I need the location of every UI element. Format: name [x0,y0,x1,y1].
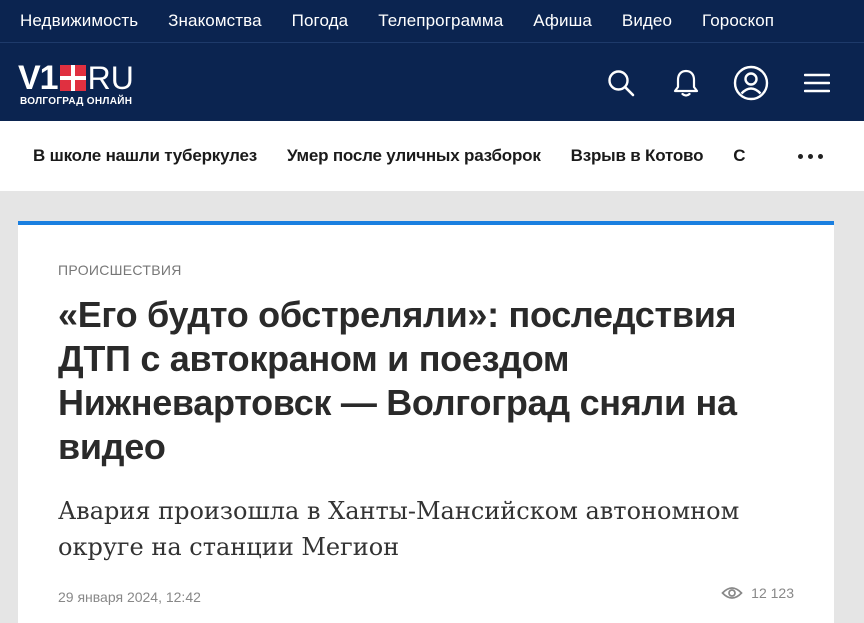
trending-topics-bar: В школе нашли туберкулез Умер после улич… [0,121,864,191]
article-title: «Его будто обстреляли»: последствия ДТП … [58,294,737,467]
nav-link-video[interactable]: Видео [622,11,672,31]
user-icon[interactable] [733,65,769,101]
article-date: 29 января 2024, 12:42 [58,589,201,605]
logo-subtitle: ВОЛГОГРАД ОНЛАЙН [20,96,133,107]
article-lead: Авария произошла в Ханты-Мансийском авто… [58,497,740,561]
nav-link-dating[interactable]: Знакомства [168,11,261,31]
trending-item-street-fight[interactable]: Умер после уличных разборок [287,146,541,166]
top-navigation: Недвижимость Знакомства Погода Телепрогр… [0,0,864,42]
site-logo[interactable]: V1 RU [18,59,134,97]
trending-list: В школе нашли туберкулез Умер после улич… [33,121,775,191]
trending-item-truncated[interactable]: С [733,146,745,166]
logo-ru-text: RU [87,60,134,96]
more-dots-icon[interactable] [790,141,830,171]
nav-link-tv-program[interactable]: Телепрограмма [378,11,503,31]
eye-icon [721,585,743,601]
bell-icon[interactable] [668,65,704,101]
nav-link-realty[interactable]: Недвижимость [20,11,138,31]
nav-link-horoscope[interactable]: Гороскоп [702,11,774,31]
nav-link-afisha[interactable]: Афиша [533,11,592,31]
trending-item-tuberculosis[interactable]: В школе нашли туберкулез [33,146,257,166]
views-count: 12 123 [751,585,794,601]
article-card: ПРОИСШЕСТВИЯ «Его будто обстреляли»: пос… [18,221,834,623]
logo-v1-text: V1 [18,59,59,97]
article-rubric[interactable]: ПРОИСШЕСТВИЯ [58,262,182,278]
trending-item-explosion-kotovo[interactable]: Взрыв в Котово [571,146,704,166]
logo-square-mark [59,65,86,91]
article-views: 12 123 [721,585,794,601]
search-icon[interactable] [603,65,639,101]
menu-icon[interactable] [799,65,835,101]
nav-link-weather[interactable]: Погода [292,11,349,31]
site-header: V1 RU ВОЛГОГРАД ОНЛАЙН [0,43,864,121]
